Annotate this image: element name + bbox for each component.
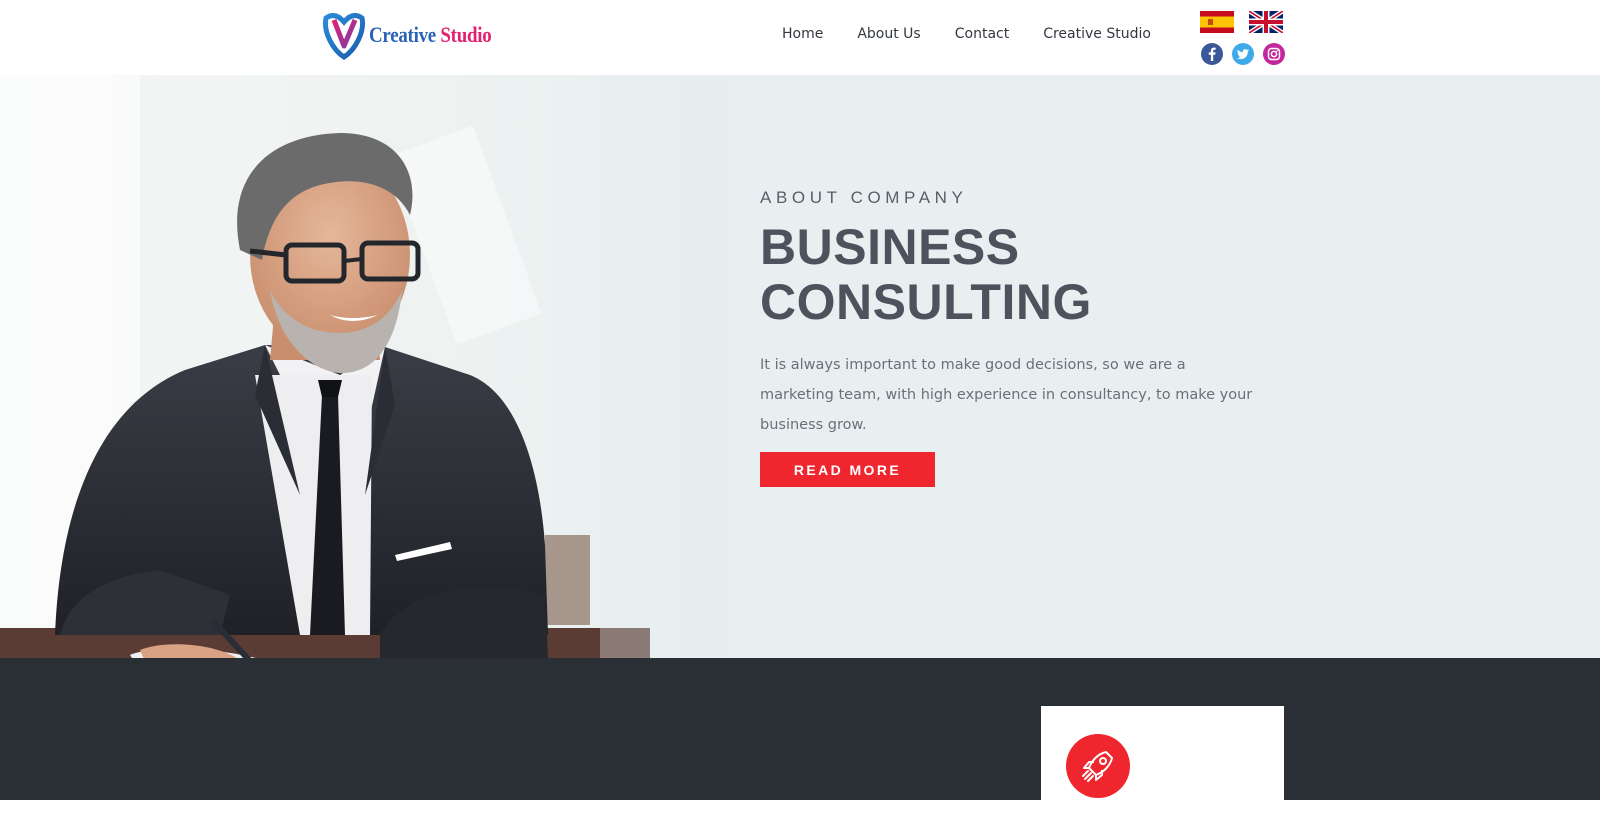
social-links [1201, 43, 1285, 65]
businessman-photo [0, 75, 730, 658]
hero-section: ABOUT COMPANY BUSINESS CONSULTING It is … [0, 75, 1600, 658]
instagram-icon[interactable] [1263, 43, 1285, 65]
twitter-icon[interactable] [1232, 43, 1254, 65]
logo-word-creative: Creative [369, 22, 436, 47]
logo-heart-icon [322, 12, 366, 60]
main-nav: Home About Us Contact Creative Studio [765, 26, 1168, 42]
rocket-icon [1082, 751, 1113, 782]
hero-content: ABOUT COMPANY BUSINESS CONSULTING It is … [760, 188, 1280, 487]
nav-home[interactable]: Home [782, 26, 823, 42]
read-more-button[interactable]: READ MORE [760, 452, 935, 487]
feature-icon-circle [1066, 734, 1130, 798]
hero-title: BUSINESS CONSULTING [760, 220, 1280, 330]
nav-creative-studio[interactable]: Creative Studio [1043, 26, 1151, 42]
logo-text: Creative Studio [369, 22, 492, 48]
site-logo[interactable]: Creative Studio [321, 10, 511, 60]
hero-title-line2: CONSULTING [760, 274, 1092, 330]
hero-title-line1: BUSINESS [760, 219, 1020, 275]
features-section [0, 658, 1600, 826]
logo-word-studio: Studio [440, 22, 492, 47]
hero-description: It is always important to make good deci… [760, 357, 1253, 433]
site-header: Creative Studio Home About Us Contact Cr… [0, 0, 1600, 75]
nav-contact[interactable]: Contact [955, 26, 1009, 42]
uk-flag-icon[interactable] [1249, 11, 1283, 33]
hero-eyebrow: ABOUT COMPANY [760, 188, 968, 207]
language-switcher [1200, 11, 1283, 33]
nav-about-us[interactable]: About Us [857, 26, 920, 42]
feature-card [1041, 706, 1284, 826]
spain-flag-icon[interactable] [1200, 11, 1234, 33]
facebook-icon[interactable] [1201, 43, 1223, 65]
